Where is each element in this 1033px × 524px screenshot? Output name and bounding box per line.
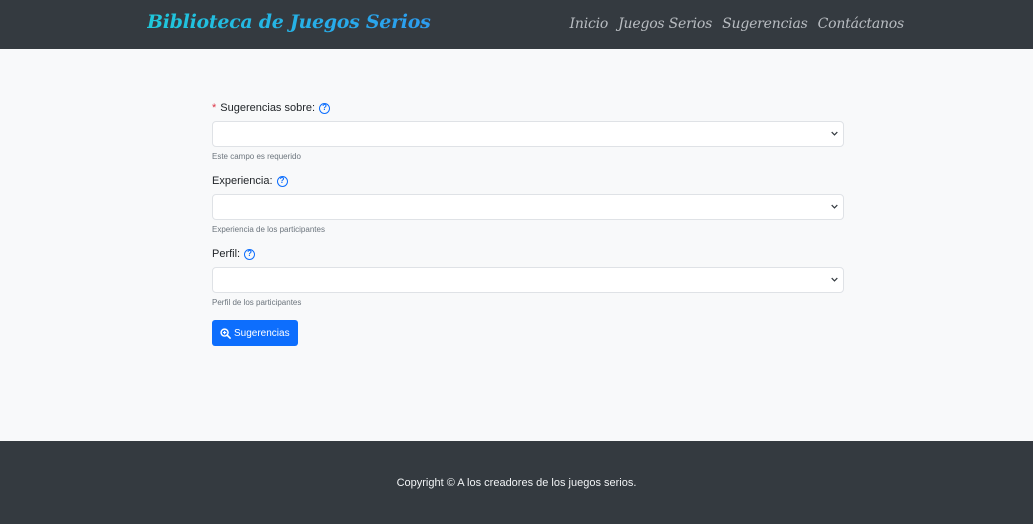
chevron-down-icon <box>831 204 838 209</box>
field-hint: Este campo es requerido <box>212 152 301 161</box>
question-circle-icon[interactable]: ? <box>244 248 256 260</box>
required-asterisk: * <box>212 102 217 114</box>
experiencia-select[interactable] <box>212 194 844 220</box>
nav-link-juegos-serios[interactable]: Juegos Serios <box>618 16 712 32</box>
chevron-down-icon <box>831 131 838 136</box>
nav-link-contactanos[interactable]: Contáctanos <box>818 16 905 32</box>
copyright-text: Copyright © A los creadores de los juego… <box>396 477 637 489</box>
field-group-experiencia: Experiencia: ? Experiencia de los partic… <box>212 173 844 235</box>
question-circle-icon[interactable]: ? <box>319 102 331 114</box>
zoom-in-icon <box>220 327 231 339</box>
field-group-sugerencias: * Sugerencias sobre: ? Este campo es req… <box>212 100 844 162</box>
perfil-select[interactable] <box>212 267 844 293</box>
field-hint: Perfil de los participantes <box>212 298 302 307</box>
field-group-perfil: Perfil: ? Perfil de los participantes <box>212 246 844 308</box>
field-label-perfil: Perfil: ? <box>212 246 844 262</box>
chevron-down-icon <box>831 277 838 282</box>
navbar: Biblioteca de Juegos Serios Inicio Juego… <box>0 0 1033 49</box>
nav-link-inicio[interactable]: Inicio <box>570 16 609 32</box>
field-label-sugerencias: * Sugerencias sobre: ? <box>212 100 844 116</box>
nav-link-sugerencias[interactable]: Sugerencias <box>722 16 808 32</box>
label-text: Perfil: <box>212 248 241 260</box>
brand-logo[interactable]: Biblioteca de Juegos Serios <box>147 11 431 33</box>
label-text: Sugerencias sobre: <box>220 102 316 114</box>
label-text: Experiencia: <box>212 175 273 187</box>
sugerencias-submit-button[interactable]: Sugerencias <box>212 320 298 346</box>
submit-label: Sugerencias <box>234 327 290 339</box>
main-nav: Inicio Juegos Serios Sugerencias Contáct… <box>570 16 905 32</box>
question-circle-icon[interactable]: ? <box>276 175 288 187</box>
field-hint: Experiencia de los participantes <box>212 225 325 234</box>
field-label-experiencia: Experiencia: ? <box>212 173 844 189</box>
suggestions-form: * Sugerencias sobre: ? Este campo es req… <box>212 100 844 346</box>
sugerencias-select[interactable] <box>212 121 844 147</box>
